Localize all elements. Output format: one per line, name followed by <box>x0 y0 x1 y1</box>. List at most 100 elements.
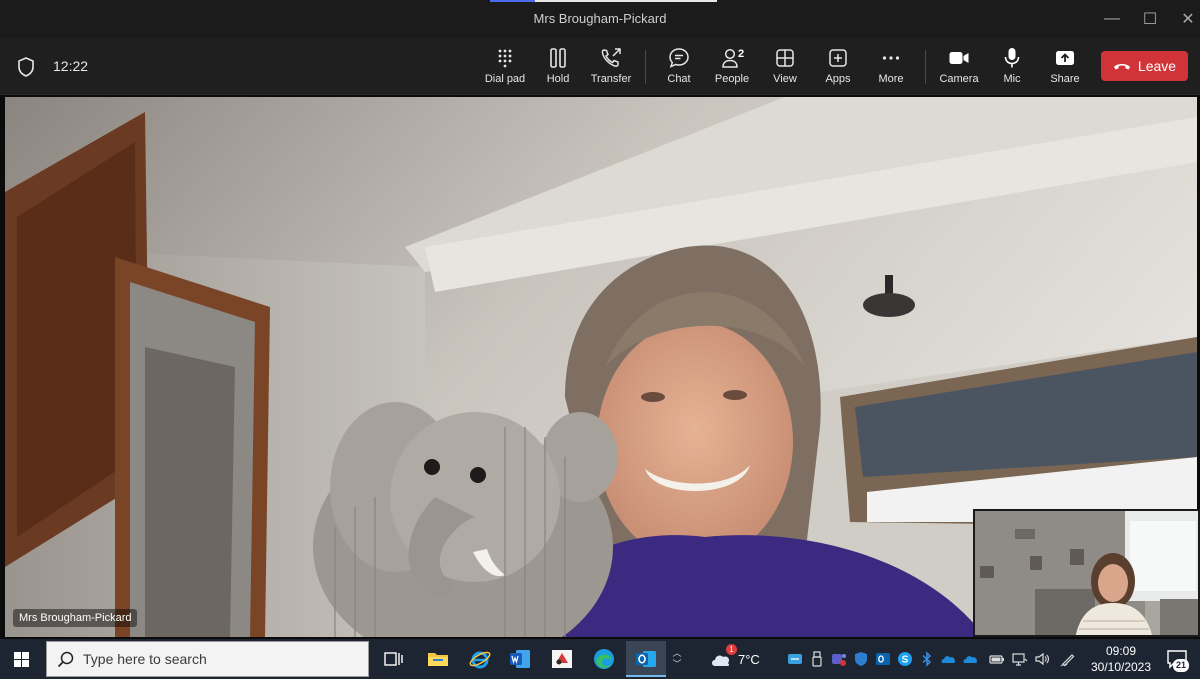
transfer-button[interactable]: Transfer <box>584 44 638 90</box>
onedrive-icon <box>941 656 955 663</box>
meeting-toolbar: 12:22 Dial pad Hold Transfer Chat 2 Peop… <box>0 38 1200 95</box>
weather-temperature: 7°C <box>738 651 760 667</box>
apps-label: Apps <box>825 73 851 85</box>
grid-view-icon <box>776 49 794 67</box>
view-label: View <box>773 73 797 85</box>
notification-center-button[interactable]: 21 <box>1165 648 1189 672</box>
chat-icon <box>669 48 689 68</box>
camera-label: Camera <box>939 73 979 85</box>
window-title: Mrs Brougham-Pickard <box>533 11 667 26</box>
shield-icon[interactable] <box>17 57 35 77</box>
close-icon: ✕ <box>1181 11 1195 28</box>
weather-widget[interactable]: 1 7°C <box>710 644 770 671</box>
weather-alert-badge: 1 <box>726 644 737 655</box>
bluetooth-icon <box>922 651 932 667</box>
people-count: 2 <box>738 48 745 60</box>
skype-icon <box>898 652 912 666</box>
share-tray-icon <box>1056 51 1074 65</box>
ellipsis-icon <box>882 56 900 60</box>
taskbar-search-box[interactable]: Type here to search <box>46 641 369 677</box>
internet-explorer-icon <box>469 651 491 669</box>
usb-tray-button[interactable] <box>809 651 825 667</box>
onedrive-tray-button[interactable] <box>941 651 957 667</box>
chat-label: Chat <box>667 73 691 85</box>
share-label: Share <box>1050 73 1080 85</box>
dial-pad-button[interactable]: Dial pad <box>478 44 532 90</box>
windows-start-icon[interactable] <box>14 652 29 667</box>
battery-tray-button[interactable] <box>989 651 1005 667</box>
search-placeholder: Type here to search <box>83 651 207 667</box>
minimize-button[interactable]: — <box>1098 6 1126 32</box>
task-view-button[interactable] <box>373 641 413 677</box>
chat-button[interactable]: Chat <box>652 44 706 90</box>
toolbar-divider <box>645 50 646 84</box>
clock-date: 30/10/2023 <box>1090 660 1152 674</box>
toolbar-divider <box>925 50 926 84</box>
minimize-icon: — <box>1104 10 1120 27</box>
self-view-frame <box>975 511 1198 635</box>
skype-tray-button[interactable] <box>897 651 913 667</box>
more-label: More <box>878 73 904 85</box>
outlook-tray-button[interactable] <box>875 651 891 667</box>
people-label: People <box>714 73 750 85</box>
paint-taskbar[interactable] <box>542 641 582 677</box>
usb-drive-icon <box>812 651 822 667</box>
hang-up-icon <box>1113 64 1130 70</box>
network-icon <box>1012 653 1028 666</box>
onedrive-business-tray-button[interactable] <box>963 651 979 667</box>
battery-icon <box>989 655 1004 664</box>
mic-label: Mic <box>1003 73 1021 85</box>
outlook-taskbar[interactable] <box>626 641 666 677</box>
maximize-button[interactable]: ☐ <box>1136 6 1164 32</box>
search-icon <box>57 651 74 667</box>
outlook-tray-icon <box>876 653 890 665</box>
paint-icon <box>552 650 572 668</box>
leave-button[interactable]: Leave <box>1101 51 1188 81</box>
speaker-icon <box>1035 652 1049 666</box>
outlook-icon <box>636 651 656 667</box>
sync-tray-button[interactable] <box>787 651 803 667</box>
plus-square-icon <box>829 49 847 67</box>
show-hidden-icons[interactable]: ︿ ﹀ <box>669 639 685 679</box>
meeting-timer: 12:22 <box>53 58 89 74</box>
self-view-video[interactable] <box>973 509 1200 637</box>
camera-button[interactable]: Camera <box>932 44 986 90</box>
title-accent-strip <box>535 0 717 2</box>
transfer-label: Transfer <box>590 73 632 85</box>
apps-button[interactable]: Apps <box>811 44 865 90</box>
notification-count: 21 <box>1173 659 1189 672</box>
close-window-button[interactable]: ✕ <box>1174 6 1200 32</box>
people-button[interactable]: 2 People <box>705 44 759 90</box>
pen-icon <box>1060 654 1075 667</box>
word-taskbar[interactable] <box>500 641 540 677</box>
teams-tray-icon <box>832 654 846 666</box>
maximize-icon: ☐ <box>1142 11 1158 28</box>
bluetooth-tray-button[interactable] <box>919 651 935 667</box>
share-button[interactable]: Share <box>1038 44 1092 90</box>
word-icon <box>510 650 530 668</box>
volume-tray-button[interactable] <box>1034 651 1050 667</box>
taskbar-clock[interactable]: 09:09 30/10/2023 <box>1085 643 1157 675</box>
chevron-down-icon: ﹀ <box>672 659 682 669</box>
clock-time: 09:09 <box>1105 644 1137 658</box>
teams-tray-button[interactable] <box>831 651 847 667</box>
hold-button[interactable]: Hold <box>531 44 585 90</box>
mic-icon <box>1004 48 1020 68</box>
view-button[interactable]: View <box>758 44 812 90</box>
file-explorer-taskbar[interactable] <box>418 641 458 677</box>
title-bar: Mrs Brougham-Pickard — ☐ ✕ <box>0 0 1200 38</box>
title-accent-strip <box>490 0 535 2</box>
mic-button[interactable]: Mic <box>985 44 1039 90</box>
defender-icon <box>855 652 867 666</box>
pen-tray-button[interactable] <box>1060 651 1076 667</box>
windows-taskbar: Type here to search ︿ ﹀ 1 7°C 09:09 30/10… <box>0 639 1200 679</box>
security-tray-button[interactable] <box>853 651 869 667</box>
task-view-icon <box>384 652 403 666</box>
edge-taskbar[interactable] <box>584 641 624 677</box>
edge-icon <box>594 649 614 669</box>
more-button[interactable]: More <box>864 44 918 90</box>
chevron-up-icon: ︿ <box>672 648 682 658</box>
network-tray-button[interactable] <box>1012 651 1028 667</box>
internet-explorer-taskbar[interactable] <box>460 641 500 677</box>
camera-icon <box>949 52 969 64</box>
